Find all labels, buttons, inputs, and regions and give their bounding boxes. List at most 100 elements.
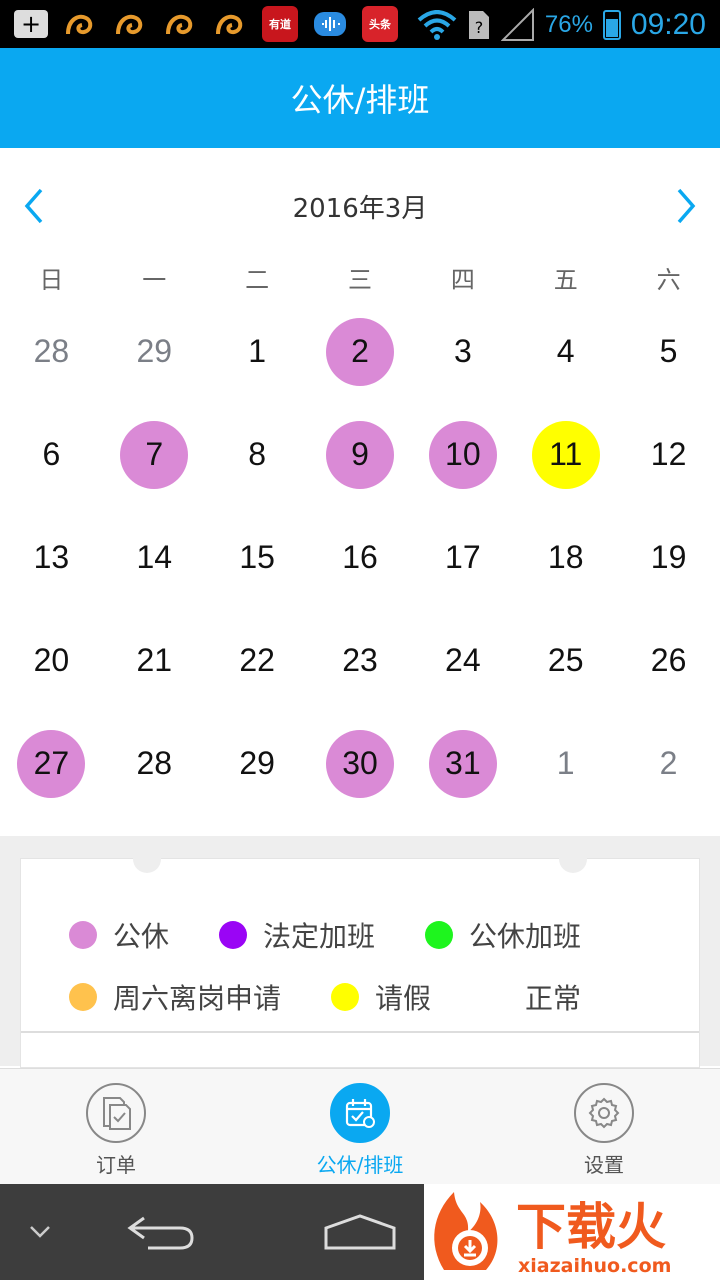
- calendar-day: 23: [342, 642, 378, 678]
- calendar-day: 15: [239, 539, 275, 575]
- status-bar-system: ? 76% 09:20: [417, 8, 706, 42]
- legend-dot: [481, 983, 509, 1011]
- calendar-day: 8: [248, 436, 267, 472]
- calendar-day: 19: [650, 539, 687, 575]
- calendar-day-cell[interactable]: 15: [206, 506, 309, 609]
- legend-item-qingjia: 请假: [331, 977, 431, 1017]
- legend-item-gongxiu_jiaban: 公休加班: [425, 915, 581, 955]
- battery-icon: [602, 10, 621, 40]
- calendar-day: 12: [650, 436, 687, 472]
- card-notch: [133, 845, 161, 873]
- calendar-day-cell[interactable]: 12: [617, 403, 720, 506]
- calendar-day: 20: [33, 642, 70, 678]
- legend-label: 公休加班: [469, 920, 582, 953]
- legend-label: 请假: [375, 982, 432, 1015]
- calendar-day-cell[interactable]: 20: [0, 609, 103, 712]
- calendar-day-cell[interactable]: 30: [309, 712, 412, 815]
- calendar-day-cell[interactable]: 18: [514, 506, 617, 609]
- home-button[interactable]: [320, 1202, 400, 1262]
- calendar-day: 16: [342, 539, 378, 575]
- calendar-header: 2016年3月: [0, 170, 720, 240]
- calendar-day-cell[interactable]: 8: [206, 403, 309, 506]
- tab-settings[interactable]: 设置: [534, 1083, 674, 1178]
- legend-dot: [219, 921, 248, 949]
- tab-label: 公休/排班: [316, 1153, 404, 1177]
- calendar-day: 9: [325, 420, 394, 489]
- tab-label: 订单: [96, 1153, 136, 1177]
- bottom-tab-bar: 订单 公休/排班 设置: [0, 1068, 720, 1185]
- calendar-day-cell[interactable]: 1: [206, 300, 309, 403]
- legend-dot: [331, 983, 360, 1011]
- calendar-day-cell[interactable]: 24: [411, 609, 514, 712]
- calendar-day-cell[interactable]: 10: [411, 403, 514, 506]
- watermark-domain: xiazaihuo.com: [518, 1255, 671, 1277]
- toutiao-label: 头条: [369, 18, 391, 31]
- calendar-day-cell[interactable]: 26: [617, 609, 720, 712]
- watermark: 下载火 xiazaihuo.com: [424, 1184, 720, 1280]
- legend-item-zhengchang: 正常: [481, 977, 581, 1017]
- watermark-brand: 下载火: [516, 1198, 666, 1256]
- calendar-day-cell[interactable]: 4: [514, 300, 617, 403]
- calendar-day-cell[interactable]: 23: [309, 609, 412, 712]
- legend-label: 法定加班: [263, 920, 376, 953]
- calendar-day-cell[interactable]: 29: [103, 300, 206, 403]
- watermark-logo: 下载火 xiazaihuo.com: [434, 1192, 671, 1277]
- clock: 09:20: [630, 8, 706, 41]
- calendar-day: 26: [650, 642, 687, 678]
- legend-label: 公休: [113, 920, 170, 953]
- calendar-day-cell[interactable]: 5: [617, 300, 720, 403]
- calendar-day-cell[interactable]: 25: [514, 609, 617, 712]
- wifi-icon: [417, 10, 457, 40]
- calendar-icon: [330, 1083, 390, 1143]
- calendar-day: 21: [136, 642, 173, 678]
- calendar-day-cell[interactable]: 27: [0, 712, 103, 815]
- calendar-day: 24: [445, 642, 481, 678]
- next-month-button[interactable]: [666, 184, 706, 228]
- tab-orders[interactable]: 订单: [46, 1083, 186, 1178]
- calendar-day: 28: [136, 745, 173, 781]
- weekday-label: 六: [656, 266, 681, 294]
- calendar-day-cell[interactable]: 1: [514, 712, 617, 815]
- add-notification-icon: +: [14, 10, 48, 38]
- uc-browser-icon: [66, 14, 93, 35]
- calendar-day-cell[interactable]: 14: [103, 506, 206, 609]
- calendar-day-cell[interactable]: 31: [411, 712, 514, 815]
- calendar-day-cell[interactable]: 21: [103, 609, 206, 712]
- calendar-day-cell[interactable]: 2: [617, 712, 720, 815]
- back-button[interactable]: [120, 1202, 200, 1262]
- calendar-day: 2: [659, 745, 678, 781]
- calendar-day-cell[interactable]: 16: [309, 506, 412, 609]
- calendar-day-cell[interactable]: 28: [0, 300, 103, 403]
- calendar-day-cell[interactable]: 13: [0, 506, 103, 609]
- calendar-day: 22: [239, 642, 275, 678]
- calendar-day-cell[interactable]: 11: [514, 403, 617, 506]
- calendar-day-cell[interactable]: 6: [0, 403, 103, 506]
- back-icon: [127, 1216, 194, 1250]
- calendar-day: 17: [445, 539, 481, 575]
- legend-item-zhouliu: 周六离岗申请: [69, 977, 281, 1017]
- weekday-label: 三: [348, 266, 372, 294]
- hide-keyboard-button[interactable]: [20, 1202, 60, 1262]
- legend-dot: [69, 983, 97, 1011]
- tab-schedule[interactable]: 公休/排班: [290, 1083, 430, 1178]
- calendar-day-cell[interactable]: 29: [206, 712, 309, 815]
- signal-icon: [500, 8, 534, 41]
- calendar-day: 29: [239, 745, 275, 781]
- legend-dot: [69, 921, 97, 949]
- calendar-day: 10: [428, 420, 497, 489]
- calendar-grid: 28 29 1 2 3 4 5 6 7 8 9 10 11 12 13 14 15 16 17 18 19 20 21 22 2…: [0, 300, 720, 810]
- weekday-label: 一: [142, 266, 167, 294]
- uc-browser-icon: [216, 14, 243, 35]
- calendar-day-cell[interactable]: 28: [103, 712, 206, 815]
- calendar-day-cell[interactable]: 22: [206, 609, 309, 712]
- legend-label: 周六离岗申请: [113, 982, 282, 1015]
- calendar-day-cell[interactable]: 17: [411, 506, 514, 609]
- status-bar-notifications: + 有道 头条: [14, 6, 398, 42]
- calendar-day-cell[interactable]: 2: [309, 300, 412, 403]
- battery-percent: 76%: [544, 11, 593, 38]
- calendar-day-cell[interactable]: 3: [411, 300, 514, 403]
- calendar-day: 4: [556, 333, 575, 369]
- calendar-day-cell[interactable]: 19: [617, 506, 720, 609]
- calendar-day-cell[interactable]: 7: [103, 403, 206, 506]
- calendar-day-cell[interactable]: 9: [309, 403, 412, 506]
